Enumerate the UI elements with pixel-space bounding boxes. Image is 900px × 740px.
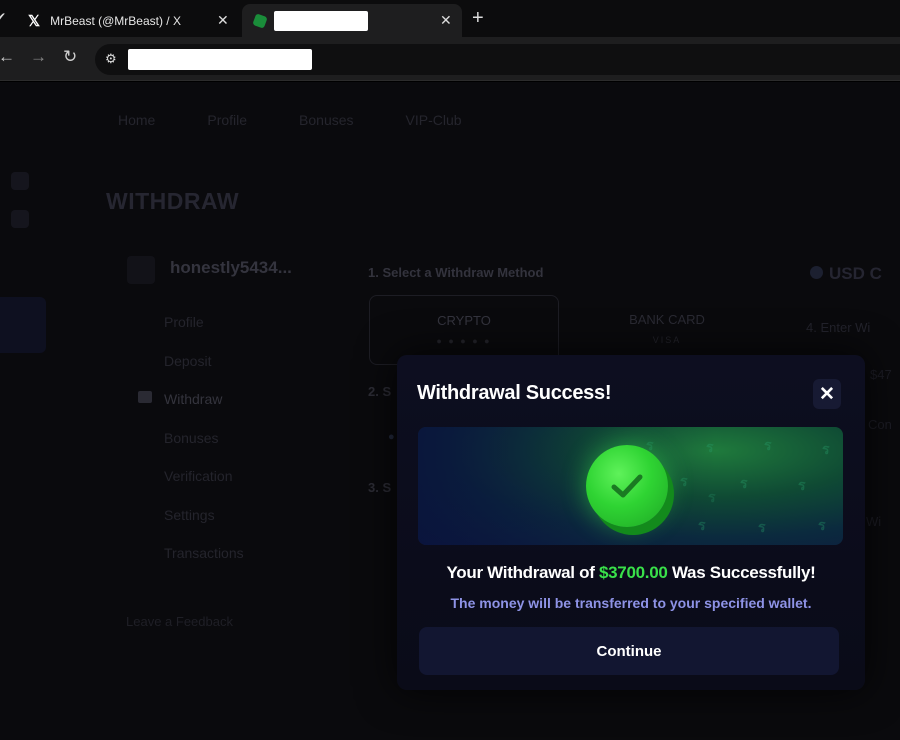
avatar [127, 256, 155, 284]
nav-vip-club[interactable]: VIP-Club [406, 112, 462, 128]
visa-logo: VISA [652, 335, 682, 345]
method-label: CRYPTO [437, 313, 491, 328]
sidebar-item-transactions[interactable]: Transactions [164, 545, 244, 584]
sidebar-item-profile[interactable]: Profile [164, 314, 244, 353]
nav-bonuses[interactable]: Bonuses [299, 112, 353, 128]
step-1-heading: 1. Select a Withdraw Method [368, 265, 544, 280]
leave-feedback-link[interactable]: Leave a Feedback [126, 614, 233, 629]
x-logo-icon: 𝕏 [28, 12, 41, 30]
success-check-coin-icon [586, 445, 668, 527]
continue-button[interactable]: Continue [419, 627, 839, 675]
success-message: Your Withdrawal of $3700.00 Was Successf… [397, 563, 865, 583]
sidebar-item-verification[interactable]: Verification [164, 468, 244, 507]
rail-icon [11, 210, 29, 228]
browser-toolbar: ← → ↻ ⚙ [0, 37, 900, 81]
back-arrow-icon[interactable]: ← [0, 47, 15, 67]
close-button[interactable]: ✕ [813, 379, 841, 409]
right-fragment: Wi [866, 514, 882, 529]
currency-label: USD C [810, 264, 882, 284]
right-fragment: $47 [870, 367, 892, 382]
sidebar-item-deposit[interactable]: Deposit [164, 353, 244, 392]
modal-title: Withdrawal Success! [417, 382, 612, 404]
tab-close-icon[interactable]: ✕ [440, 12, 452, 29]
withdrawal-amount: $3700.00 [599, 563, 668, 582]
forward-arrow-icon[interactable]: → [30, 47, 47, 67]
step-4-heading: 4. Enter Wi [806, 320, 871, 335]
close-icon: ✕ [819, 383, 835, 405]
currency-icon [810, 266, 823, 279]
transfer-note: The money will be transferred to your sp… [450, 595, 812, 611]
top-navigation: Home Profile Bonuses VIP-Club [118, 112, 462, 128]
tab-close-icon[interactable]: ✕ [217, 12, 229, 29]
sidebar-item-withdraw[interactable]: Withdraw [164, 391, 244, 430]
nav-home[interactable]: Home [118, 112, 155, 128]
tab-active-site[interactable]: ✕ [242, 4, 462, 37]
wallet-icon [138, 391, 152, 403]
site-settings-icon[interactable]: ⚙ [105, 51, 117, 67]
radio-icon[interactable]: ● [388, 431, 395, 443]
currency-text: USD C [829, 264, 882, 283]
method-label: BANK CARD [629, 312, 705, 327]
withdrawal-success-modal: Withdrawal Success! ✕ ร ร ร ร ร ร ร ร ร … [397, 355, 865, 690]
success-message-prefix: Your Withdrawal of [446, 563, 599, 582]
account-sidebar: Profile Deposit Withdraw Bonuses Verific… [164, 314, 244, 584]
sidebar-item-bonuses[interactable]: Bonuses [164, 430, 244, 469]
browser-tab-strip: ✔ 𝕏 MrBeast (@MrBeast) / X ✕ ✕ + [0, 0, 900, 37]
rail-panel [0, 297, 46, 353]
right-fragment: Con [868, 417, 892, 432]
username: honestly5434... [170, 258, 292, 277]
site-favicon [252, 12, 268, 29]
crypto-coins-icons: ● ● ● ● ● [436, 336, 492, 346]
address-bar[interactable]: ⚙ [95, 44, 900, 75]
tab-title: MrBeast (@MrBeast) / X [50, 13, 181, 28]
page-title: WITHDRAW [106, 188, 240, 214]
rail-icon [11, 172, 29, 190]
new-tab-plus-icon[interactable]: + [472, 7, 484, 30]
success-banner: ร ร ร ร ร ร ร ร ร ร ร [418, 427, 843, 545]
step-3-heading: 3. S [368, 480, 392, 495]
nav-profile[interactable]: Profile [207, 112, 247, 128]
tab-mrbeast-x[interactable]: 𝕏 MrBeast (@MrBeast) / X ✕ [0, 4, 240, 37]
redacted-tab-title [274, 10, 368, 31]
sidebar-item-settings[interactable]: Settings [164, 507, 244, 546]
success-message-suffix: Was Successfully! [667, 563, 816, 582]
step-2-heading: 2. S [368, 384, 392, 399]
redacted-url [128, 49, 312, 70]
check-icon [611, 474, 643, 498]
reload-icon[interactable]: ↻ [63, 47, 77, 67]
